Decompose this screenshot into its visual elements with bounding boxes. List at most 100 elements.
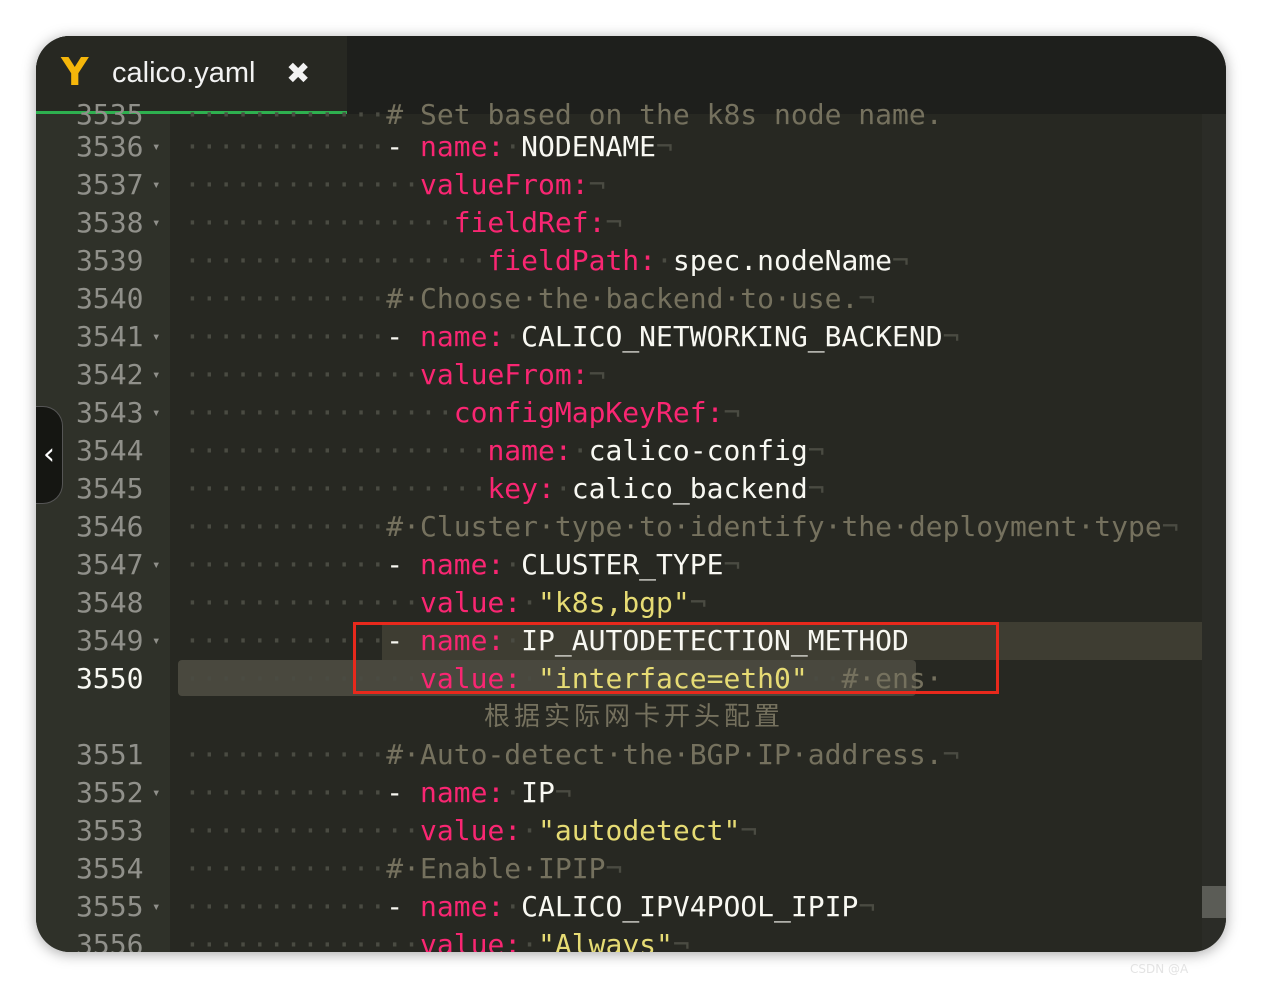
code-token: ············ bbox=[184, 130, 387, 163]
code-line[interactable]: 3556 ··············value:·"Always"¬ bbox=[36, 926, 1202, 952]
code-token: ·············· bbox=[184, 928, 421, 952]
code-token: · bbox=[504, 320, 522, 353]
code-token: name: bbox=[420, 548, 505, 581]
line-number: 3541 bbox=[76, 320, 144, 353]
code-token: - bbox=[386, 320, 421, 353]
fold-arrow-icon[interactable]: ▾ bbox=[152, 546, 160, 584]
code-line[interactable]: 3538 ▾ ················fieldRef:¬ bbox=[36, 204, 1202, 242]
code-line[interactable]: 3554 ············#·Enable·IPIP¬ bbox=[36, 850, 1202, 888]
code-text: ············- name:·NODENAME¬ bbox=[184, 128, 673, 166]
code-token: CALICO_IPV4POOL_IPIP bbox=[521, 890, 859, 923]
code-token: value: bbox=[420, 586, 522, 619]
code-text: ············#·Enable·IPIP¬ bbox=[184, 850, 622, 888]
code-token: · bbox=[554, 472, 572, 505]
code-line[interactable]: 3543 ▾ ················configMapKeyRef:¬ bbox=[36, 394, 1202, 432]
code-token: ············ bbox=[184, 282, 387, 315]
wrapped-comment: 根据实际网卡开头配置 bbox=[484, 702, 785, 732]
fold-arrow-icon[interactable]: ▾ bbox=[152, 166, 160, 204]
code-token: · bbox=[571, 434, 589, 467]
line-number: 3551 bbox=[76, 738, 144, 771]
code-token: ¬ bbox=[554, 776, 572, 809]
line-number: 3554 bbox=[76, 852, 144, 885]
code-token: - bbox=[386, 548, 421, 581]
line-number: 3550 bbox=[76, 662, 144, 695]
fold-arrow-icon[interactable]: ▾ bbox=[152, 394, 160, 432]
code-line[interactable]: 3536 ▾ ············- name:·NODENAME¬ bbox=[36, 128, 1202, 166]
code-line[interactable]: 3537 ▾ ··············valueFrom:¬ bbox=[36, 166, 1202, 204]
code-token: · bbox=[504, 130, 522, 163]
code-line[interactable]: 3548 ··············value:·"k8s,bgp"¬ bbox=[36, 584, 1202, 622]
code-token: #·Enable·IPIP bbox=[386, 852, 606, 885]
code-text: ············- name:·IP¬ bbox=[184, 774, 572, 812]
vertical-scrollbar[interactable] bbox=[1202, 114, 1226, 952]
close-icon[interactable]: ✖ bbox=[286, 55, 310, 91]
code-line[interactable]: 3547 ▾ ············- name:·CLUSTER_TYPE¬ bbox=[36, 546, 1202, 584]
code-line[interactable]: 3546 ············#·Cluster·type·to·identi… bbox=[36, 508, 1202, 546]
code-text: ··············valueFrom:¬ bbox=[184, 356, 605, 394]
scrollbar-thumb[interactable] bbox=[1202, 886, 1226, 918]
code-token: ¬ bbox=[858, 282, 876, 315]
code-token: "k8s,bgp" bbox=[538, 586, 690, 619]
line-number: 3548 bbox=[76, 586, 144, 619]
code-line[interactable]: 3540 ············#·Choose·the·backend·to·… bbox=[36, 280, 1202, 318]
code-token: CALICO_NETWORKING_BACKEND bbox=[521, 320, 943, 353]
code-text: ················fieldRef:¬ bbox=[184, 204, 622, 242]
fold-arrow-icon[interactable]: ▾ bbox=[152, 318, 160, 356]
code-token: ················ bbox=[184, 206, 454, 239]
code-line[interactable]: 3555 ▾ ············- name:·CALICO_IPV4POOL… bbox=[36, 888, 1202, 926]
code-token: configMapKeyRef: bbox=[453, 396, 724, 429]
code-token: CLUSTER_TYPE bbox=[521, 548, 724, 581]
fold-arrow-icon[interactable]: ▾ bbox=[152, 888, 160, 926]
code-token: NODENAME bbox=[521, 130, 657, 163]
code-token: - bbox=[386, 130, 421, 163]
line-number: 3549 bbox=[76, 624, 144, 657]
code-text: ············#·Auto-detect·the·BGP·IP·add… bbox=[184, 736, 959, 774]
code-token: ¬ bbox=[605, 852, 623, 885]
code-token: valueFrom: bbox=[420, 168, 589, 201]
line-number: 3544 bbox=[76, 434, 144, 467]
yaml-file-icon: Y bbox=[61, 50, 89, 94]
line-number: 3555 bbox=[76, 890, 144, 923]
code-token: key: bbox=[487, 472, 555, 505]
code-line[interactable]: 3539 ··················fieldPath:·spec.no… bbox=[36, 242, 1202, 280]
fold-arrow-icon[interactable]: ▾ bbox=[152, 622, 160, 660]
code-line[interactable]: 3542 ▾ ··············valueFrom:¬ bbox=[36, 356, 1202, 394]
code-token: · bbox=[521, 928, 539, 952]
code-line[interactable]: 3552 ▾ ············- name:·IP¬ bbox=[36, 774, 1202, 812]
code-token: ¬ bbox=[942, 320, 960, 353]
code-token: ¬ bbox=[588, 358, 606, 391]
code-token: ············ bbox=[184, 776, 387, 809]
fold-arrow-icon[interactable]: ▾ bbox=[152, 356, 160, 394]
code-text: ··············value:·"Always"¬ bbox=[184, 926, 690, 952]
chevron-left-icon[interactable]: ‹ bbox=[36, 406, 63, 504]
line-number: 3539 bbox=[76, 244, 144, 277]
line-number: 3545 bbox=[76, 472, 144, 505]
line-number: 3537 bbox=[76, 168, 144, 201]
code-token: name: bbox=[487, 434, 572, 467]
fold-arrow-icon[interactable]: ▾ bbox=[152, 204, 160, 242]
code-token: name: bbox=[420, 776, 505, 809]
code-line[interactable]: 3553 ··············value:·"autodetect"¬ bbox=[36, 812, 1202, 850]
code-token: ¬ bbox=[807, 472, 825, 505]
code-token: ············ bbox=[184, 890, 387, 923]
code-line[interactable]: 3545 ··················key:·calico_backen… bbox=[36, 470, 1202, 508]
code-token: ·················· bbox=[184, 434, 488, 467]
code-token: ············ bbox=[184, 510, 387, 543]
editor-window: Y calico.yaml ✖ 3535 ············# Set ba… bbox=[36, 36, 1226, 952]
fold-arrow-icon[interactable]: ▾ bbox=[152, 128, 160, 166]
code-token: ¬ bbox=[689, 586, 707, 619]
line-number: 3543 bbox=[76, 396, 144, 429]
code-token: value: bbox=[420, 928, 522, 952]
line-number: 3542 bbox=[76, 358, 144, 391]
code-line[interactable]: 3544 ··················name:·calico-confi… bbox=[36, 432, 1202, 470]
code-token: ¬ bbox=[858, 890, 876, 923]
code-token: ¬ bbox=[656, 130, 673, 163]
code-token: ¬ bbox=[942, 738, 960, 771]
code-token: ·············· bbox=[184, 814, 421, 847]
code-text: ··················key:·calico_backend¬ bbox=[184, 470, 825, 508]
code-token: ·············· bbox=[184, 168, 421, 201]
line-number: 3553 bbox=[76, 814, 144, 847]
code-line[interactable]: 3551 ············#·Auto-detect·the·BGP·IP… bbox=[36, 736, 1202, 774]
code-line[interactable]: 3541 ▾ ············- name:·CALICO_NETWORKI… bbox=[36, 318, 1202, 356]
fold-arrow-icon[interactable]: ▾ bbox=[152, 774, 160, 812]
